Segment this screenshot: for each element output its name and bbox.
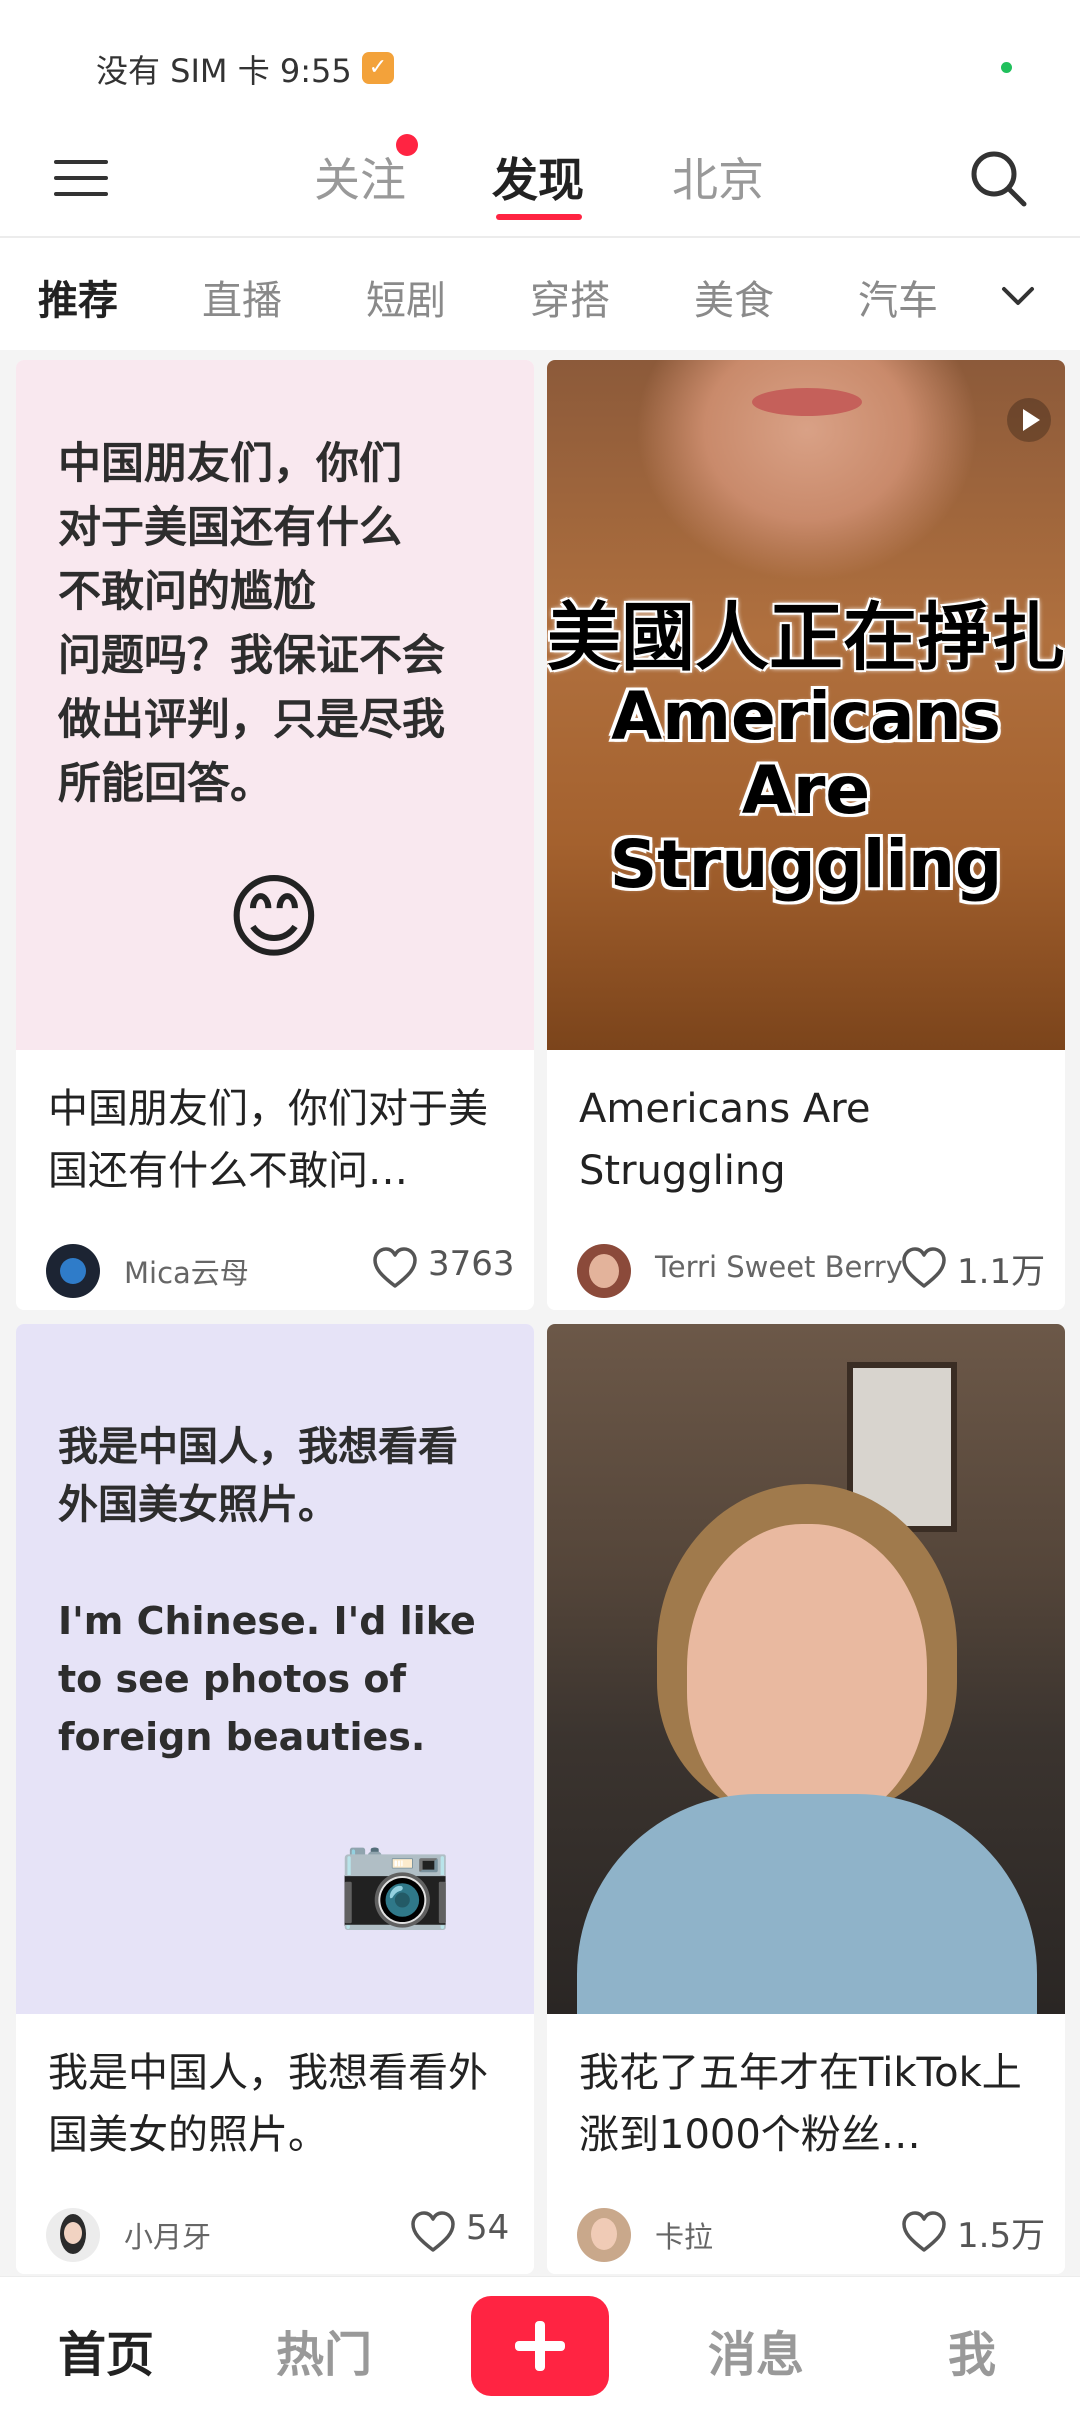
category-food[interactable]: 美食 bbox=[694, 268, 774, 326]
author-name[interactable]: 卡拉 bbox=[655, 2214, 713, 2256]
shield-badge-icon: ✓ bbox=[362, 52, 394, 84]
cover-photo-detail bbox=[752, 388, 862, 416]
nav-home[interactable]: 首页 bbox=[58, 2315, 154, 2385]
nav-me[interactable]: 我 bbox=[948, 2315, 996, 2385]
tab-discover[interactable]: 发现 bbox=[492, 144, 584, 210]
card-cover: 中国朋友们，你们 对于美国还有什么 不敢问的尴尬 问题吗？我保证不会 做出评判，… bbox=[16, 360, 534, 1050]
card-title: 我是中国人，我想看看外国美女的照片。 bbox=[48, 2050, 488, 2158]
status-text: 没有 SIM 卡 9:55 bbox=[96, 52, 352, 90]
card-title: 中国朋友们，你们对于美国还有什么不敢问… bbox=[48, 1086, 488, 1194]
plus-icon bbox=[535, 2321, 545, 2371]
bottom-navigation: 首页 热门 消息 我 bbox=[0, 2276, 1080, 2412]
avatar[interactable] bbox=[577, 2208, 631, 2262]
cover-text-en: I'm Chinese. I'd like to see photos of f… bbox=[58, 1599, 476, 1759]
like-count: 54 bbox=[466, 2208, 510, 2248]
notification-dot bbox=[396, 134, 418, 156]
cover-photo-detail bbox=[687, 1524, 927, 1824]
heart-icon[interactable] bbox=[901, 1246, 947, 1290]
feed-card[interactable]: 我花了五年才在TikTok上涨到1000个粉丝… 卡拉 1.5万 bbox=[547, 1324, 1065, 2274]
category-recommend[interactable]: 推荐 bbox=[38, 268, 118, 326]
tab-follow[interactable]: 关注 bbox=[314, 144, 406, 210]
top-navigation: 关注 发现 北京 bbox=[0, 130, 1080, 238]
author-name[interactable]: Terri Sweet Berry bbox=[655, 1250, 903, 1284]
tab-beijing[interactable]: 北京 bbox=[672, 144, 764, 210]
like-count: 1.1万 bbox=[957, 1252, 1046, 1292]
camera-icon: 📷 bbox=[338, 1826, 453, 1933]
active-tab-indicator bbox=[496, 214, 582, 220]
cover-photo-detail bbox=[577, 1794, 1037, 2014]
cover-text-cn: 我是中国人，我想看看 外国美女照片。 bbox=[58, 1424, 458, 1528]
card-title: Americans Are Struggling bbox=[579, 1086, 871, 1194]
video-play-icon bbox=[1007, 398, 1051, 442]
avatar[interactable] bbox=[46, 2208, 100, 2262]
author-name[interactable]: 小月牙 bbox=[124, 2214, 211, 2256]
heart-icon[interactable] bbox=[901, 2210, 947, 2254]
heart-icon[interactable] bbox=[410, 2210, 456, 2254]
status-bar: 没有 SIM 卡 9:55 ✓ bbox=[0, 0, 1080, 130]
category-live[interactable]: 直播 bbox=[202, 268, 282, 326]
chevron-down-icon[interactable] bbox=[998, 276, 1038, 316]
category-fashion[interactable]: 穿搭 bbox=[530, 268, 610, 326]
like-count: 1.5万 bbox=[957, 2216, 1046, 2256]
create-post-button[interactable] bbox=[471, 2296, 609, 2396]
avatar[interactable] bbox=[577, 1244, 631, 1298]
cover-caption-cn: 美國人正在掙扎 bbox=[547, 595, 1065, 681]
category-bar: 推荐 直播 短剧 穿搭 美食 汽车 bbox=[0, 238, 1080, 350]
category-cars[interactable]: 汽车 bbox=[858, 268, 938, 326]
smile-emoji-icon: 😊 bbox=[226, 864, 322, 971]
card-cover: 我是中国人，我想看看 外国美女照片。 I'm Chinese. I'd like… bbox=[16, 1324, 534, 2014]
menu-icon[interactable] bbox=[54, 152, 110, 208]
status-indicator-dot bbox=[1001, 62, 1012, 73]
author-name[interactable]: Mica云母 bbox=[124, 1250, 249, 1292]
card-cover bbox=[547, 1324, 1065, 2014]
category-short-drama[interactable]: 短剧 bbox=[366, 268, 446, 326]
nav-messages[interactable]: 消息 bbox=[708, 2315, 804, 2385]
feed-card[interactable]: 我是中国人，我想看看 外国美女照片。 I'm Chinese. I'd like… bbox=[16, 1324, 534, 2274]
cover-text: 中国朋友们，你们 对于美国还有什么 不敢问的尴尬 问题吗？我保证不会 做出评判，… bbox=[58, 439, 445, 809]
feed-card[interactable]: 中国朋友们，你们 对于美国还有什么 不敢问的尴尬 问题吗？我保证不会 做出评判，… bbox=[16, 360, 534, 1310]
like-count: 3763 bbox=[428, 1244, 515, 1284]
card-title: 我花了五年才在TikTok上涨到1000个粉丝… bbox=[579, 2050, 1022, 2158]
cover-caption-en: Americans Are Struggling bbox=[609, 678, 1003, 903]
feed-card[interactable]: 美國人正在掙扎 Americans Are Struggling America… bbox=[547, 360, 1065, 1310]
avatar[interactable] bbox=[46, 1244, 100, 1298]
card-cover: 美國人正在掙扎 Americans Are Struggling bbox=[547, 360, 1065, 1050]
nav-trending[interactable]: 热门 bbox=[276, 2315, 372, 2385]
heart-icon[interactable] bbox=[372, 1246, 418, 1290]
search-icon[interactable] bbox=[966, 146, 1030, 210]
